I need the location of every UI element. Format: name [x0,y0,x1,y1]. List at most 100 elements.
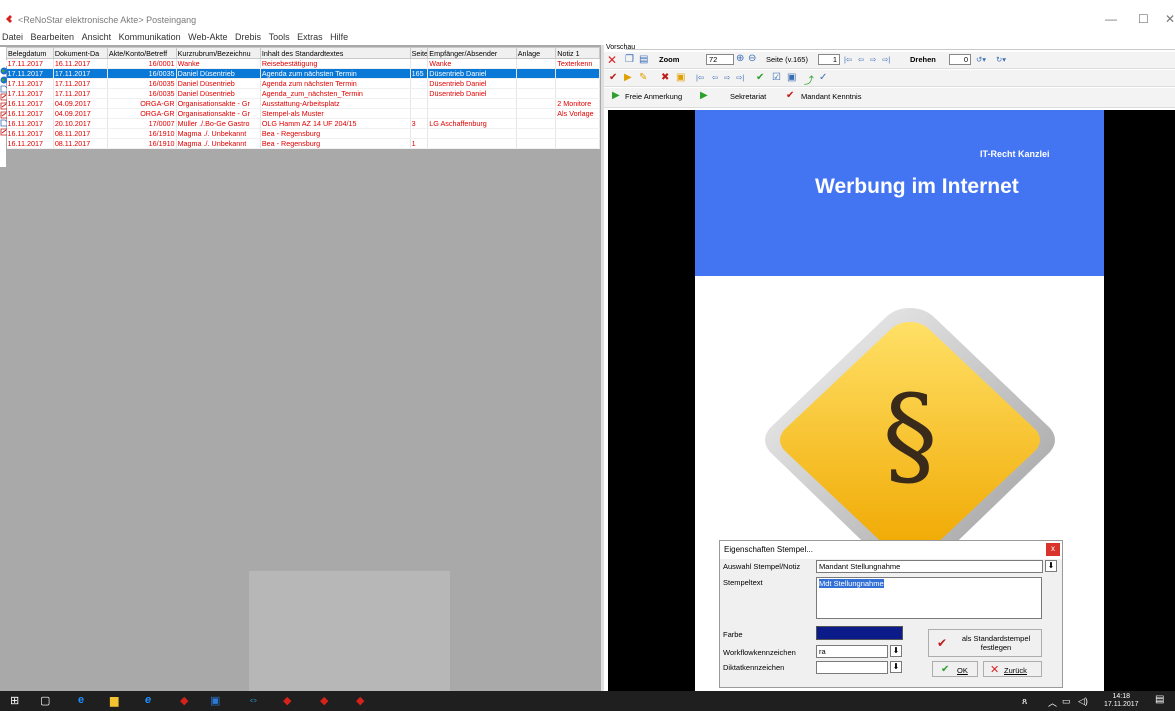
stamp-tool-icon[interactable]: ✔ [609,72,617,83]
renostar-icon-2[interactable]: ◆ [283,694,291,707]
teamviewer-icon[interactable]: ⇔ [248,694,259,706]
panel-splitter[interactable] [601,45,604,691]
table-row[interactable]: 16.11.2017 04.09.2017 ORGA-GR Organisations… [6,108,600,119]
standardstempel-button[interactable]: ✔ als Standardstempel festlegen [928,629,1042,657]
note-icon[interactable]: ▶ [700,90,708,101]
menu-hilfe[interactable]: Hilfe [330,32,348,42]
first-icon[interactable]: |⇦ [696,73,704,82]
col-dokument-datum[interactable]: Dokument-Da [52,47,108,59]
farbe-swatch[interactable] [816,626,903,640]
zurueck-button[interactable]: ✕ Zurück [983,661,1042,677]
rotate-left-icon[interactable]: ↺▾ [976,55,986,64]
auswahl-dropdown-icon[interactable]: ⬇ [1045,560,1057,572]
table-row[interactable]: 16.11.2017 08.11.2017 16/1910 Magma ./. Unb… [6,138,600,149]
link-icon[interactable]: ⤴ [804,72,814,87]
close-window-button[interactable]: ✕ [1165,12,1175,26]
next-page-icon[interactable]: ⇨ [870,55,876,64]
zoom-in-icon[interactable]: ⊕ [736,53,744,64]
renostar-icon-3[interactable]: ◆ [320,694,328,707]
delete-stamp-icon[interactable]: ✖ [661,72,669,83]
workflow-input[interactable]: ra [816,645,888,658]
col-empfaenger[interactable]: Empfänger/Absender [427,47,517,59]
zoom-input[interactable]: 72 [706,54,734,65]
diktat-input[interactable] [816,661,888,674]
diktat-dropdown-icon[interactable]: ⬇ [890,661,902,673]
table-row[interactable]: 17.11.2017 17.11.2017 16/0035 Daniel Düsent… [6,78,600,89]
first-page-icon[interactable]: |⇦ [844,55,852,64]
zoom-out-icon[interactable]: ⊖ [748,53,756,64]
col-kurzrubrum[interactable]: Kurzrubrum/Bezeichnu [175,47,261,59]
maximize-button[interactable]: ☐ [1138,12,1149,26]
minimize-button[interactable]: — [1105,12,1117,26]
notification-icon[interactable]: ▤ [1155,694,1164,705]
col-akte[interactable]: Akte/Konto/Betreff [106,47,177,59]
stempeltext-textarea[interactable]: Mdt Stellungnahme [816,577,1042,619]
checkbox-icon[interactable]: ☑ [772,72,781,83]
renostar-icon-4[interactable]: ◆ [356,694,364,707]
menu-ansicht[interactable]: Ansicht [82,32,112,42]
edge-icon[interactable]: e [78,694,84,706]
page-input[interactable]: 1 [818,54,840,65]
sekretariat-button[interactable]: Sekretariat [730,92,766,101]
check-icon[interactable]: ✔ [756,72,764,83]
approve-icon[interactable]: ✓ [819,72,827,83]
col-belegdatum[interactable]: Belegdatum [6,47,54,59]
stamp-buttons-bar: ▶ Freie Anmerkung ▶ Sekretariat ✔ Mandan… [604,88,1175,108]
col-anlage[interactable]: Anlage [515,47,557,59]
table-row[interactable]: 16.11.2017 08.11.2017 16/1910 Magma ./. Unb… [6,128,600,139]
tray-up-icon[interactable]: ︿ [1048,696,1057,709]
auswahl-select[interactable]: Mandant Stellungnahme [816,560,1043,573]
mandant-kenntnis-button[interactable]: Mandant Kenntnis [801,92,861,101]
table-row[interactable]: 16.11.2017 20.10.2017 17/0007 Müller ./.Bo-… [6,118,600,129]
menu-web-akte[interactable]: Web-Akte [188,32,227,42]
menu-bearbeiten[interactable]: Bearbeiten [31,32,75,42]
volume-icon[interactable]: ◁) [1078,696,1088,707]
dialog-close-button[interactable]: x [1046,543,1060,556]
table-row[interactable]: 16.11.2017 04.09.2017 ORGA-GR Organisations… [6,98,600,109]
menu-tools[interactable]: Tools [269,32,290,42]
ok-check-icon: ✔ [941,664,950,675]
task-view-icon[interactable]: ▢ [40,694,50,707]
table-row[interactable]: 17.11.2017 17.11.2017 16/0035 Daniel Düsent… [6,88,600,99]
clock[interactable]: 14:18 17.11.2017 [1104,693,1139,709]
close-preview-icon[interactable]: ✕ [607,53,617,67]
marker-tool-icon[interactable]: ✎ [639,72,647,83]
table-cell: 17.11.2017 [6,78,54,89]
col-inhalt[interactable]: Inhalt des Standardtextes [259,47,411,59]
menu-extras[interactable]: Extras [297,32,323,42]
next-icon[interactable]: ⇨ [724,73,730,82]
col-notiz[interactable]: Notiz 1 [555,47,600,59]
table-cell: Düsentrieb Daniel [427,78,517,89]
prev-icon[interactable]: ⇦ [712,73,718,82]
col-seite[interactable]: Seite [409,47,429,59]
table-row[interactable]: 17.11.2017 16.11.2017 16/0001 Wanke Reisebes… [6,58,600,69]
table-row[interactable]: 17.11.2017 17.11.2017 16/0035 Daniel Düsent… [6,68,600,79]
freie-anmerkung-button[interactable]: Freie Anmerkung [625,92,682,101]
outlook-icon[interactable]: ▣ [210,694,220,707]
table-cell: 1 [410,138,429,149]
file-explorer-icon[interactable]: ▆ [110,694,118,707]
ok-button[interactable]: ✔ OK [932,661,978,677]
prev-page-icon[interactable]: ⇦ [858,55,864,64]
last-icon[interactable]: ⇨| [736,73,744,82]
start-icon[interactable]: ⊞ [10,694,19,707]
workflow-dropdown-icon[interactable]: ⬇ [890,645,902,657]
note-tool-icon[interactable]: ▶ [624,72,632,83]
renostar-icon[interactable]: ◆ [180,694,188,707]
table-cell [427,138,517,149]
print-icon[interactable]: ▤ [639,54,648,65]
people-icon[interactable]: ጸ [1022,696,1027,707]
clock-time: 14:18 [1112,693,1131,700]
save-icon[interactable]: ▣ [787,72,796,83]
network-icon[interactable]: ▭ [1062,696,1071,707]
delete-note-icon[interactable]: ▣ [676,72,685,83]
last-page-icon[interactable]: ⇨| [882,55,890,64]
internet-explorer-icon[interactable]: e [145,694,151,706]
menu-datei[interactable]: Datei [2,32,23,42]
menu-kommunikation[interactable]: Kommunikation [119,32,181,42]
rotate-right-icon[interactable]: ↻▾ [996,55,1006,64]
table-cell: 08.11.2017 [53,128,108,139]
copy-icon[interactable]: ❐ [625,54,634,65]
rotate-input[interactable]: 0 [949,54,971,65]
menu-drebis[interactable]: Drebis [235,32,261,42]
